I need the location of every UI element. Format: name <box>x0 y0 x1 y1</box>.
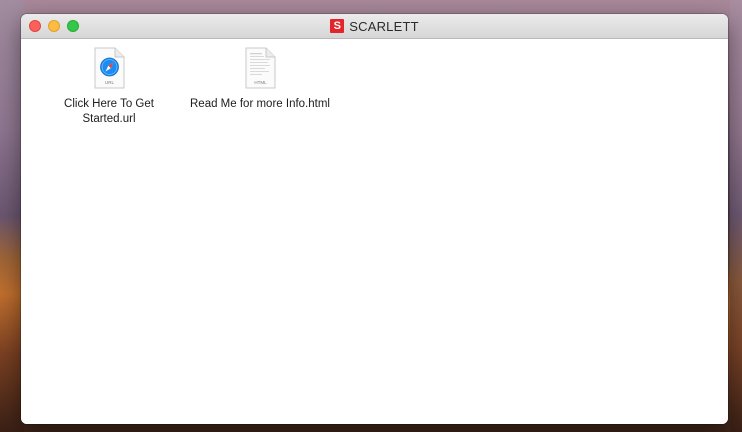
window-titlebar[interactable]: S SCARLETT <box>21 14 728 39</box>
finder-window: S SCARLETT URL Click Here To Get Started… <box>21 14 728 424</box>
safari-url-file-icon[interactable]: URL <box>93 47 125 89</box>
file-name-label: Click Here To Get Started.url <box>64 98 154 125</box>
file-item-url[interactable]: URL Click Here To Get Started.url <box>24 47 194 127</box>
folder-content: URL Click Here To Get Started.url HTML R… <box>21 39 728 424</box>
window-title-text: SCARLETT <box>349 18 419 34</box>
svg-text:URL: URL <box>105 80 114 85</box>
window-title: S SCARLETT <box>21 14 728 38</box>
scarlett-logo-icon: S <box>330 19 345 33</box>
svg-text:HTML: HTML <box>254 80 267 85</box>
html-document-icon[interactable]: HTML <box>244 47 276 89</box>
desktop-wallpaper-right <box>730 0 742 432</box>
file-item-html[interactable]: HTML Read Me for more Info.html <box>175 47 345 112</box>
file-name-label: Read Me for more Info.html <box>190 98 330 110</box>
